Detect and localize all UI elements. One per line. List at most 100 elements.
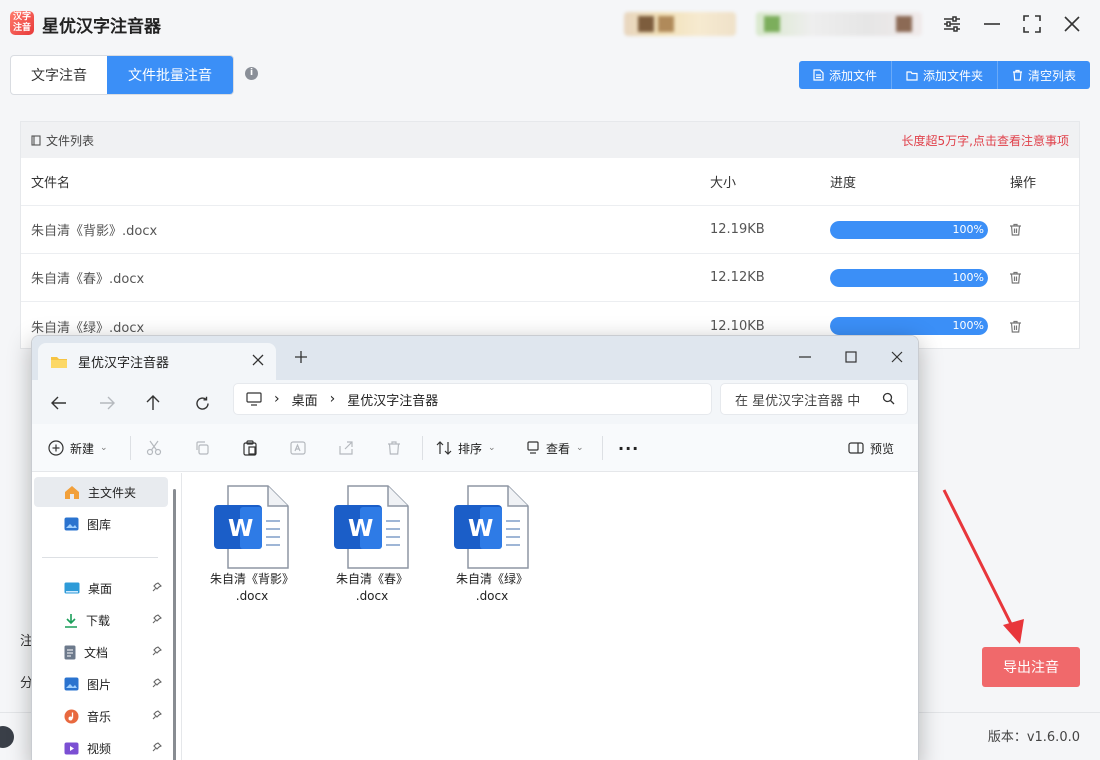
back-icon[interactable] bbox=[46, 390, 72, 416]
file-size: 12.10KB bbox=[710, 318, 765, 334]
chevron-down-icon: ⌄ bbox=[488, 443, 496, 453]
file-list-title-wrap: 文件列表 bbox=[31, 132, 94, 149]
search-input[interactable]: 在 星优汉字注音器 中 bbox=[720, 383, 908, 415]
explorer-close-icon[interactable] bbox=[882, 342, 912, 372]
svg-text:W: W bbox=[468, 516, 493, 542]
folder-icon bbox=[51, 356, 67, 368]
forward-icon[interactable] bbox=[94, 390, 120, 416]
pictures-icon bbox=[64, 677, 79, 691]
table-row: 朱自清《背影》.docx 12.19KB 100% bbox=[21, 206, 1079, 254]
file-item[interactable]: W 朱自清《春》 .docx bbox=[322, 485, 422, 605]
progress-bar: 100% bbox=[830, 317, 988, 335]
pin-icon[interactable] bbox=[152, 742, 162, 752]
column-name: 文件名 bbox=[31, 176, 71, 191]
breadcrumb-desktop[interactable]: 桌面 bbox=[292, 390, 318, 409]
sort-button[interactable]: 排序 ⌄ bbox=[436, 434, 496, 462]
view-button[interactable]: 查看 ⌄ bbox=[526, 434, 584, 462]
explorer-maximize-icon[interactable] bbox=[836, 342, 866, 372]
sidebar-scrollbar[interactable] bbox=[173, 489, 176, 760]
file-list-panel: 文件列表 长度超5万字,点击查看注意事项 文件名 大小 进度 操作 朱自清《背影… bbox=[20, 121, 1080, 349]
export-annotation-button[interactable]: 导出注音 bbox=[982, 647, 1080, 687]
file-item[interactable]: W 朱自清《背影》 .docx bbox=[202, 485, 302, 605]
file-icon bbox=[813, 69, 824, 81]
sidebar-item-desktop[interactable]: 桌面 bbox=[34, 573, 168, 603]
tab-batch-file-annotation[interactable]: 文件批量注音 bbox=[107, 56, 233, 94]
sidebar-item-pictures[interactable]: 图片 bbox=[34, 669, 168, 699]
preview-button[interactable]: 预览 bbox=[848, 434, 894, 462]
pin-icon[interactable] bbox=[152, 614, 162, 624]
breadcrumb-folder[interactable]: 星优汉字注音器 bbox=[347, 390, 438, 409]
rename-icon[interactable] bbox=[288, 438, 308, 458]
file-label: 朱自清《背影》 .docx bbox=[210, 571, 294, 605]
sidebar-item-music[interactable]: 音乐 bbox=[34, 701, 168, 731]
info-icon[interactable]: i bbox=[245, 67, 258, 80]
explorer-tab-bar: 星优汉字注音器 bbox=[32, 336, 918, 380]
sidebar-item-gallery[interactable]: 图库 bbox=[34, 509, 168, 539]
add-file-button[interactable]: 添加文件 bbox=[798, 61, 892, 89]
sidebar-item-downloads[interactable]: 下载 bbox=[34, 605, 168, 635]
document-icon bbox=[64, 645, 76, 659]
share-icon[interactable] bbox=[336, 438, 356, 458]
title-bar: 汉字注音 星优汉字注音器 bbox=[0, 0, 1100, 46]
word-document-icon: W bbox=[334, 485, 409, 569]
file-name: 朱自清《绿》.docx bbox=[31, 320, 145, 336]
file-size: 12.12KB bbox=[710, 270, 765, 285]
pin-icon[interactable] bbox=[152, 678, 162, 688]
new-tab-icon[interactable] bbox=[294, 350, 308, 364]
separator bbox=[130, 436, 131, 460]
column-action: 操作 bbox=[1010, 176, 1037, 191]
delete-icon[interactable] bbox=[1009, 223, 1022, 236]
pin-icon[interactable] bbox=[152, 646, 162, 656]
add-folder-button[interactable]: 添加文件夹 bbox=[891, 61, 998, 89]
view-label: 查看 bbox=[546, 441, 571, 456]
address-bar[interactable]: › 桌面 › 星优汉字注音器 bbox=[233, 383, 712, 415]
sidebar-item-home[interactable]: 主文件夹 bbox=[34, 477, 168, 507]
file-list-header: 文件列表 长度超5万字,点击查看注意事项 bbox=[21, 122, 1079, 158]
file-name: 朱自清《背影》.docx bbox=[31, 224, 158, 239]
sidebar-item-videos[interactable]: 视频 bbox=[34, 733, 168, 760]
cut-icon[interactable] bbox=[144, 438, 164, 458]
column-size: 大小 bbox=[710, 176, 737, 191]
new-label: 新建 bbox=[70, 441, 95, 456]
explorer-tab-title: 星优汉字注音器 bbox=[78, 356, 170, 371]
pin-icon[interactable] bbox=[152, 710, 162, 720]
sidebar-item-label: 下载 bbox=[86, 613, 111, 628]
length-warning-link[interactable]: 长度超5万字,点击查看注意事项 bbox=[902, 132, 1069, 149]
sidebar-item-documents[interactable]: 文档 bbox=[34, 637, 168, 667]
svg-text:W: W bbox=[348, 516, 373, 542]
explorer-tab[interactable]: 星优汉字注音器 bbox=[38, 343, 276, 380]
file-name-line2: .docx bbox=[355, 589, 389, 603]
more-options-icon[interactable]: ··· bbox=[618, 434, 639, 462]
paste-icon[interactable] bbox=[240, 438, 260, 458]
search-placeholder: 在 星优汉字注音器 中 bbox=[735, 393, 861, 409]
list-icon bbox=[31, 134, 41, 146]
close-icon[interactable] bbox=[1060, 12, 1084, 36]
pin-icon[interactable] bbox=[152, 582, 162, 592]
delete-icon[interactable] bbox=[1009, 271, 1022, 284]
new-button[interactable]: 新建 ⌄ bbox=[48, 434, 108, 462]
minimize-icon[interactable] bbox=[980, 12, 1004, 36]
home-icon bbox=[65, 486, 79, 499]
progress-bar: 100% bbox=[830, 220, 988, 239]
refresh-icon[interactable] bbox=[189, 390, 215, 416]
folder-icon bbox=[906, 70, 918, 81]
sidebar-item-label: 主文件夹 bbox=[88, 485, 137, 500]
maximize-icon[interactable] bbox=[1020, 12, 1044, 36]
clear-list-button[interactable]: 清空列表 bbox=[997, 61, 1090, 89]
word-document-icon: W bbox=[214, 485, 289, 569]
tab-text-annotation[interactable]: 文字注音 bbox=[11, 56, 107, 94]
settings-icon[interactable] bbox=[940, 12, 964, 36]
sidebar-divider bbox=[42, 557, 158, 558]
sort-label: 排序 bbox=[458, 441, 483, 456]
explorer-minimize-icon[interactable] bbox=[790, 342, 820, 372]
progress-label: 100% bbox=[952, 270, 984, 284]
file-size: 12.19KB bbox=[710, 222, 765, 237]
copy-icon[interactable] bbox=[192, 438, 212, 458]
clear-list-label: 清空列表 bbox=[1027, 68, 1076, 83]
up-icon[interactable] bbox=[140, 390, 166, 416]
close-tab-icon[interactable] bbox=[252, 354, 264, 366]
delete-icon[interactable] bbox=[1009, 320, 1022, 333]
word-document-icon: W bbox=[454, 485, 529, 569]
file-item[interactable]: W 朱自清《绿》 .docx bbox=[442, 485, 542, 605]
delete-icon[interactable] bbox=[384, 438, 404, 458]
